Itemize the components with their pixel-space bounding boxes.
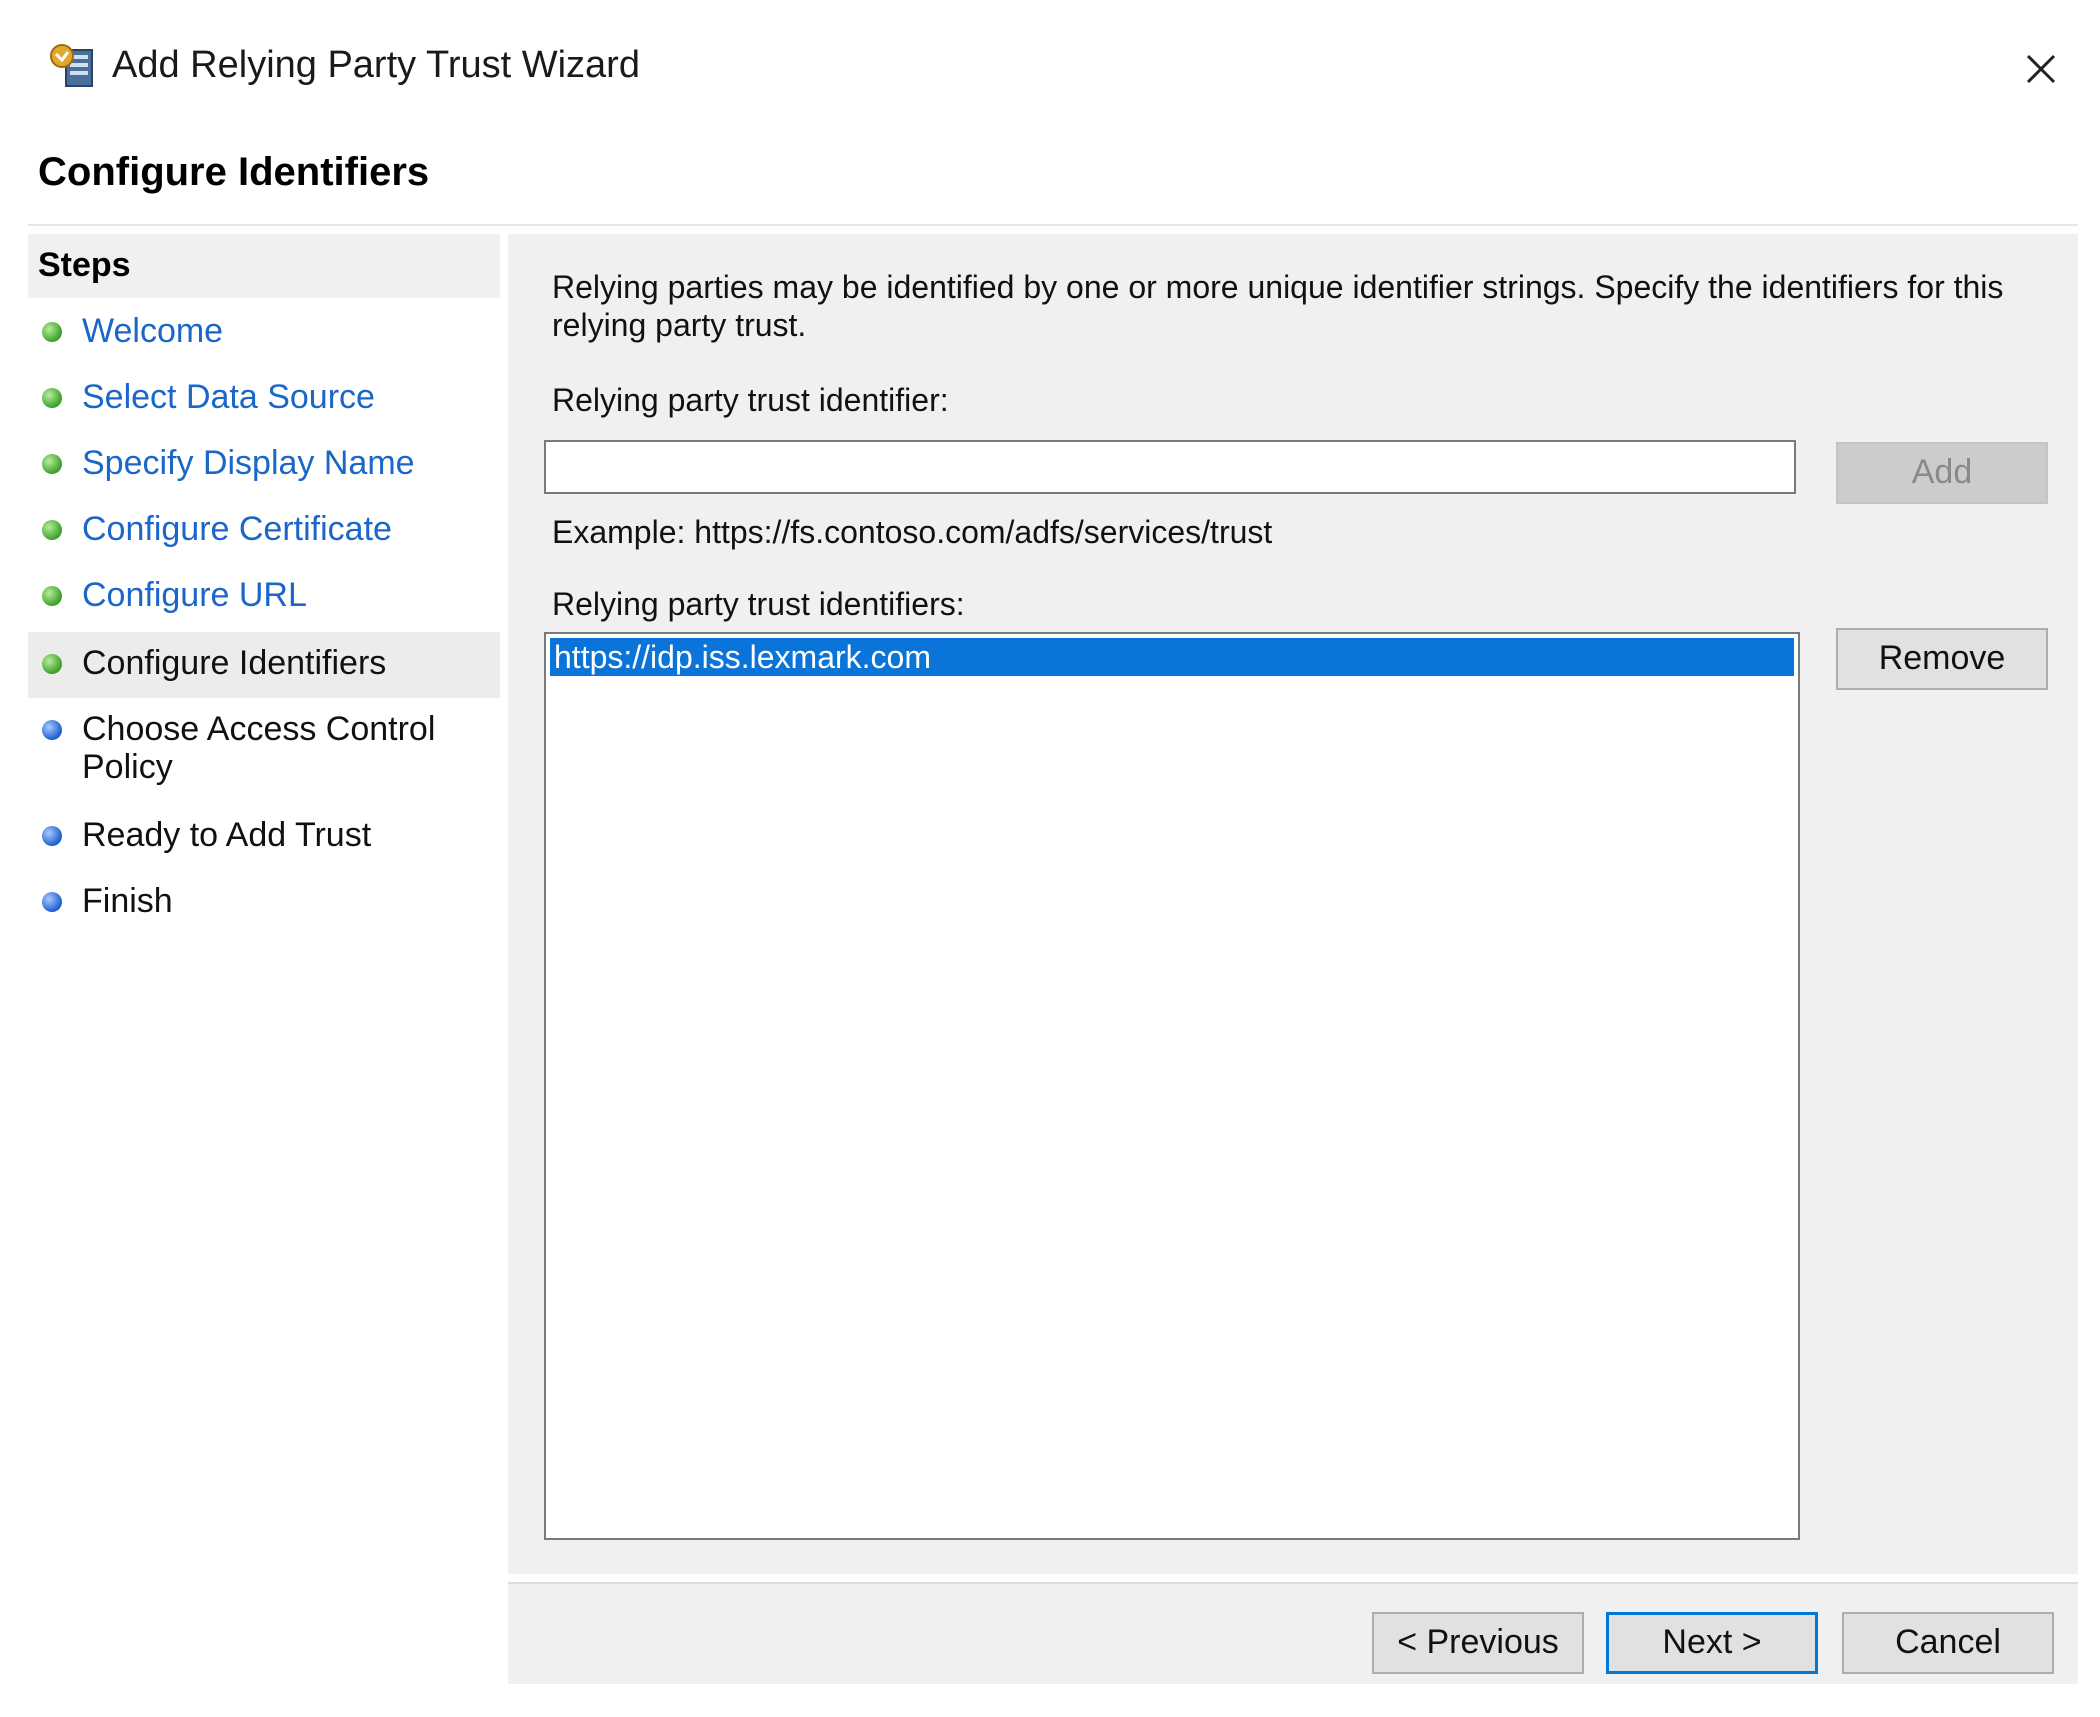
previous-button[interactable]: < Previous xyxy=(1372,1612,1584,1674)
wizard-footer: < Previous Next > Cancel xyxy=(508,1582,2078,1684)
list-item-selected[interactable]: https://idp.iss.lexmark.com xyxy=(550,638,1794,676)
remove-button[interactable]: Remove xyxy=(1836,628,2048,690)
step-finish: Finish xyxy=(28,870,500,936)
step-label: Specify Display Name xyxy=(82,444,415,482)
step-complete-icon xyxy=(42,454,62,474)
steps-header: Steps xyxy=(28,234,500,298)
steps-header-label: Steps xyxy=(38,246,131,284)
step-complete-icon xyxy=(42,520,62,540)
step-configure-identifiers: Configure Identifiers xyxy=(28,632,500,698)
step-label: Select Data Source xyxy=(82,378,375,416)
step-label: Configure URL xyxy=(82,576,307,614)
steps-panel: Steps Welcome Select Data Source Specify… xyxy=(28,234,500,1684)
step-ready-to-add-trust: Ready to Add Trust xyxy=(28,804,500,870)
server-trust-icon xyxy=(50,44,93,87)
step-pending-icon xyxy=(42,892,62,912)
step-label: Configure Identifiers xyxy=(82,644,387,682)
step-configure-url[interactable]: Configure URL xyxy=(28,564,500,630)
step-label-line1: Choose Access Control xyxy=(82,710,436,748)
identifiers-list[interactable]: https://idp.iss.lexmark.com xyxy=(544,632,1800,1540)
step-select-data-source[interactable]: Select Data Source xyxy=(28,366,500,432)
step-label: Ready to Add Trust xyxy=(82,816,372,854)
step-complete-icon xyxy=(42,388,62,408)
next-button[interactable]: Next > xyxy=(1606,1612,1818,1674)
identifier-label: Relying party trust identifier: xyxy=(552,382,949,418)
step-pending-icon xyxy=(42,826,62,846)
step-label: Finish xyxy=(82,882,173,920)
step-label-line2: Policy xyxy=(82,748,173,786)
identifier-input[interactable] xyxy=(544,440,1796,494)
step-current-icon xyxy=(42,654,62,674)
content-panel: Relying parties may be identified by one… xyxy=(508,234,2078,1574)
close-icon[interactable] xyxy=(2010,38,2072,100)
step-configure-certificate[interactable]: Configure Certificate xyxy=(28,498,500,564)
step-specify-display-name[interactable]: Specify Display Name xyxy=(28,432,500,498)
identifiers-label: Relying party trust identifiers: xyxy=(552,586,965,622)
title-bar: Add Relying Party Trust Wizard xyxy=(0,0,2100,140)
example-text: Example: https://fs.contoso.com/adfs/ser… xyxy=(552,514,1273,550)
step-complete-icon xyxy=(42,322,62,342)
cancel-button[interactable]: Cancel xyxy=(1842,1612,2054,1674)
header-divider xyxy=(28,224,2078,226)
instructions-text: Relying parties may be identified by one… xyxy=(552,269,2004,343)
step-welcome[interactable]: Welcome xyxy=(28,300,500,366)
step-label: Configure Certificate xyxy=(82,510,392,548)
page-title: Configure Identifiers xyxy=(38,150,430,194)
step-complete-icon xyxy=(42,586,62,606)
step-choose-access-control-policy: Choose Access Control Policy xyxy=(28,698,500,802)
window-title: Add Relying Party Trust Wizard xyxy=(112,44,640,86)
add-button[interactable]: Add xyxy=(1836,442,2048,504)
step-label: Welcome xyxy=(82,312,224,350)
step-pending-icon xyxy=(42,720,62,740)
